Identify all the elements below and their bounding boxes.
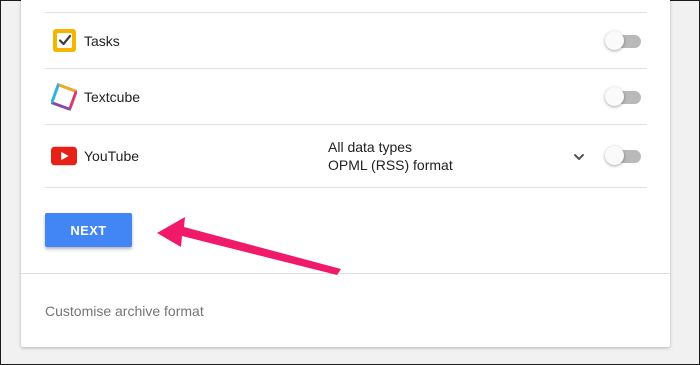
textcube-icon	[51, 82, 77, 111]
toggle-knob	[605, 30, 624, 50]
format-option: OPML (RSS) format	[328, 157, 453, 173]
product-row-textcube: Textcube	[45, 69, 647, 125]
export-card: Tasks Textcube YouTube All data types OP…	[21, 0, 670, 347]
product-name: Tasks	[84, 32, 120, 49]
customise-archive-format-link[interactable]: Customise archive format	[45, 303, 204, 319]
toggle-knob	[605, 146, 624, 165]
youtube-icon	[51, 143, 77, 169]
next-button[interactable]: NEXT	[45, 213, 132, 247]
youtube-toggle[interactable]	[605, 146, 643, 166]
product-name: Textcube	[84, 88, 141, 105]
product-row-tasks: Tasks	[45, 13, 647, 69]
data-types-option: All data types	[328, 139, 413, 155]
chevron-down-icon[interactable]	[573, 150, 585, 162]
toggle-knob	[605, 86, 624, 106]
product-row-youtube: YouTube All data types OPML (RSS) format	[45, 125, 647, 188]
textcube-toggle[interactable]	[605, 86, 643, 107]
annotation-arrow	[157, 217, 341, 275]
tasks-icon	[51, 28, 77, 54]
product-list: Tasks Textcube YouTube All data types OP…	[45, 12, 647, 188]
youtube-export-options[interactable]: All data types OPML (RSS) format	[328, 138, 453, 174]
tasks-toggle[interactable]	[605, 30, 643, 51]
product-name: YouTube	[84, 148, 140, 164]
section-divider	[21, 273, 670, 274]
